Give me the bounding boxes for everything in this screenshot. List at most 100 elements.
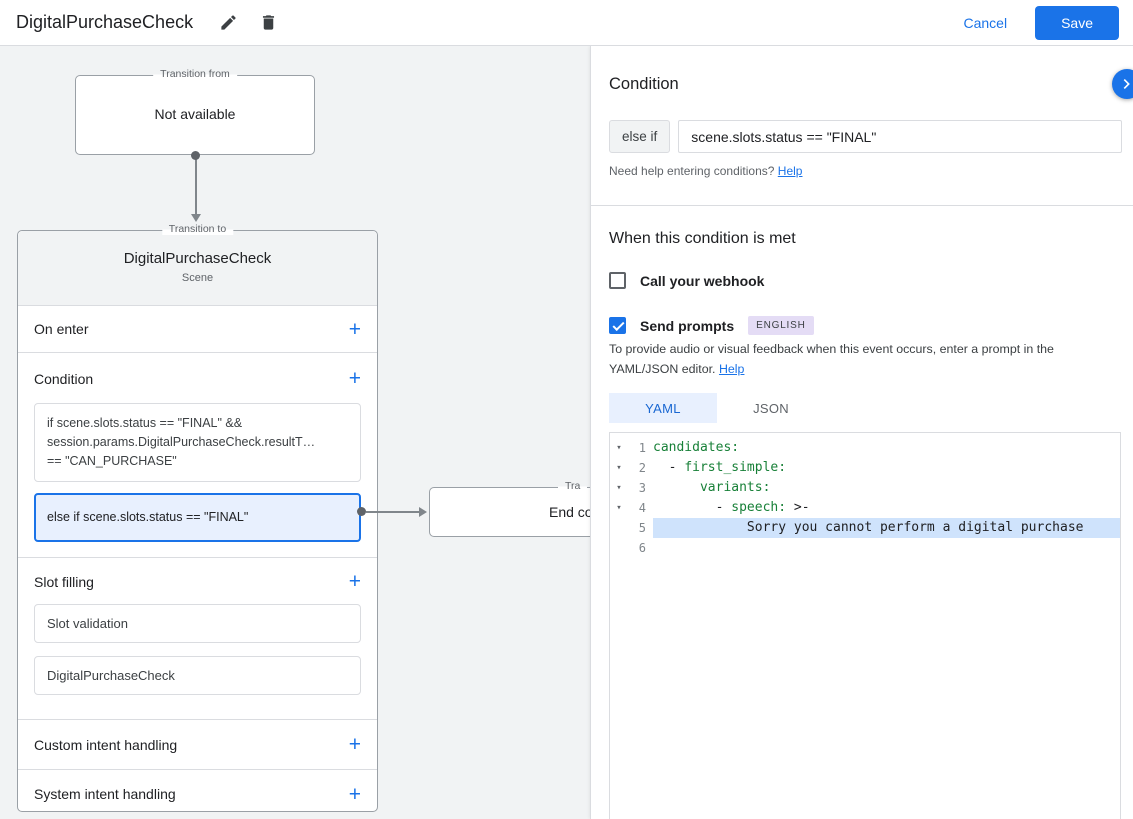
code-line: Sorry you cannot perform a digital purch… (653, 518, 1120, 538)
fold-arrow-icon[interactable]: ▾ (610, 478, 628, 498)
panel-divider (591, 205, 1133, 206)
connector-dot-top (191, 151, 200, 160)
chevron-right-icon (1123, 79, 1130, 89)
condition-detail-panel: Condition else if Need help entering con… (590, 46, 1133, 819)
slot-item-digitalpurchasecheck[interactable]: DigitalPurchaseCheck (34, 656, 361, 695)
send-prompts-checkbox[interactable] (609, 317, 626, 334)
slot-filling-section: Slot filling + Slot validation DigitalPu… (18, 558, 377, 720)
custom-intent-row: Custom intent handling + (18, 720, 377, 770)
on-enter-row: On enter + (18, 306, 377, 353)
system-intent-row: System intent handling + (18, 770, 377, 818)
slot-filling-head: Slot filling + (18, 558, 377, 604)
line-number: 6 (638, 541, 646, 555)
scene-name: DigitalPurchaseCheck (123, 250, 272, 267)
conditions-help-text: Need help entering conditions? (609, 164, 775, 178)
condition-item-2-selected[interactable]: else if scene.slots.status == "FINAL" (34, 493, 361, 542)
code-line: - first_simple: (653, 460, 787, 475)
code-line: - speech: >- (653, 500, 810, 515)
arrow-down-icon (191, 214, 201, 222)
conditions-help-link[interactable]: Help (778, 164, 803, 178)
system-intent-label: System intent handling (34, 786, 176, 802)
end-conversation-node[interactable]: Tra End co (429, 480, 609, 537)
connector-line-vertical (195, 159, 197, 215)
send-prompts-row: Send prompts ENGLISH (609, 316, 814, 335)
language-badge: ENGLISH (748, 316, 814, 335)
condition-expression-input[interactable] (678, 120, 1122, 153)
transition-from-value: Not available (154, 106, 236, 122)
editor-line[interactable]: ▾ 3 variants: (610, 478, 1120, 498)
transition-to-label: Transition to (161, 223, 234, 235)
condition-1-line: == "CAN_PURCHASE" (47, 454, 177, 468)
collapse-panel-button[interactable] (1112, 69, 1133, 99)
condition-item-1[interactable]: if scene.slots.status == "FINAL" && sess… (34, 403, 361, 482)
add-system-intent-button[interactable]: + (349, 784, 361, 805)
pencil-icon (220, 15, 236, 30)
add-custom-intent-button[interactable]: + (349, 734, 361, 755)
transition-from-label: Transition from (153, 68, 237, 80)
code-line: candidates: (653, 440, 740, 455)
trash-icon (262, 15, 274, 30)
fold-arrow-icon[interactable]: ▾ (610, 458, 628, 478)
condition-section-head: Condition + (18, 353, 377, 403)
slot-item-validation[interactable]: Slot validation (34, 604, 361, 643)
line-number: 4 (638, 501, 646, 515)
add-condition-button[interactable]: + (349, 368, 361, 389)
conditions-help-line: Need help entering conditions? Help (609, 164, 802, 178)
yaml-editor[interactable]: ▾ 1 candidates: ▾ 2 - first_simple: ▾ 3 varian… (609, 432, 1121, 819)
yaml-editor-lines: ▾ 1 candidates: ▾ 2 - first_simple: ▾ 3 varian… (610, 438, 1120, 558)
webhook-row: Call your webhook (609, 272, 764, 289)
condition-expression-row: else if (609, 120, 1122, 153)
line-number: 5 (638, 521, 646, 535)
editor-line[interactable]: ▾ 4 - speech: >- (610, 498, 1120, 518)
code-line: variants: (699, 480, 771, 495)
delete-scene-button[interactable] (255, 10, 281, 36)
tab-json[interactable]: JSON (717, 393, 825, 423)
panel-title: Condition (609, 75, 679, 93)
add-slot-button[interactable]: + (349, 571, 361, 592)
line-number: 2 (638, 461, 646, 475)
tab-yaml[interactable]: YAML (609, 393, 717, 423)
editor-line[interactable]: ▾ 1 candidates: (610, 438, 1120, 458)
scene-card-header: DigitalPurchaseCheck Scene (18, 231, 377, 306)
connector-dot-condition (357, 507, 366, 516)
webhook-label: Call your webhook (640, 272, 765, 289)
condition-section-label: Condition (34, 370, 94, 387)
connector-line-horizontal (366, 511, 419, 513)
save-button[interactable]: Save (1035, 5, 1119, 40)
slot-filling-label: Slot filling (34, 573, 94, 590)
cancel-button[interactable]: Cancel (963, 15, 1007, 31)
editor-line[interactable]: 6 (610, 538, 1120, 558)
line-number: 3 (638, 481, 646, 495)
editor-line[interactable]: ▾ 2 - first_simple: (610, 458, 1120, 478)
end-node-label: Tra (558, 480, 588, 492)
line-number: 1 (638, 441, 646, 455)
webhook-checkbox[interactable] (609, 272, 626, 289)
fold-arrow-icon[interactable]: ▾ (610, 438, 628, 458)
fold-arrow-icon[interactable]: ▾ (610, 498, 628, 518)
arrow-right-icon (419, 507, 427, 517)
editor-line[interactable]: 5 Sorry you cannot perform a digital pur… (610, 518, 1120, 538)
condition-1-line: session.params.DigitalPurchaseCheck.resu… (47, 435, 316, 449)
scene-card: Transition to DigitalPurchaseCheck Scene… (17, 223, 378, 812)
condition-met-heading: When this condition is met (609, 230, 796, 247)
top-bar: DigitalPurchaseCheck Cancel Save (0, 0, 1133, 46)
transition-from-node[interactable]: Transition from Not available (75, 68, 315, 155)
condition-1-line: if scene.slots.status == "FINAL" && (47, 416, 243, 430)
custom-intent-label: Custom intent handling (34, 736, 178, 753)
scene-editor-app: DigitalPurchaseCheck Cancel Save Transit… (0, 0, 1133, 819)
edit-title-button[interactable] (215, 10, 241, 36)
scene-type: Scene (181, 272, 214, 284)
prompt-hint-text: To provide audio or visual feedback when… (609, 342, 1054, 376)
prompt-hint-help-link[interactable]: Help (719, 362, 744, 376)
on-enter-label: On enter (34, 321, 89, 337)
add-on-enter-button[interactable]: + (349, 319, 361, 340)
condition-section: Condition + if scene.slots.status == "FI… (18, 353, 377, 558)
else-if-chip: else if (609, 120, 671, 153)
send-prompts-label: Send prompts (640, 317, 735, 334)
editor-format-tabs: YAML JSON (609, 393, 825, 423)
page-title: DigitalPurchaseCheck (16, 12, 194, 32)
end-node-value: End co (549, 504, 593, 520)
